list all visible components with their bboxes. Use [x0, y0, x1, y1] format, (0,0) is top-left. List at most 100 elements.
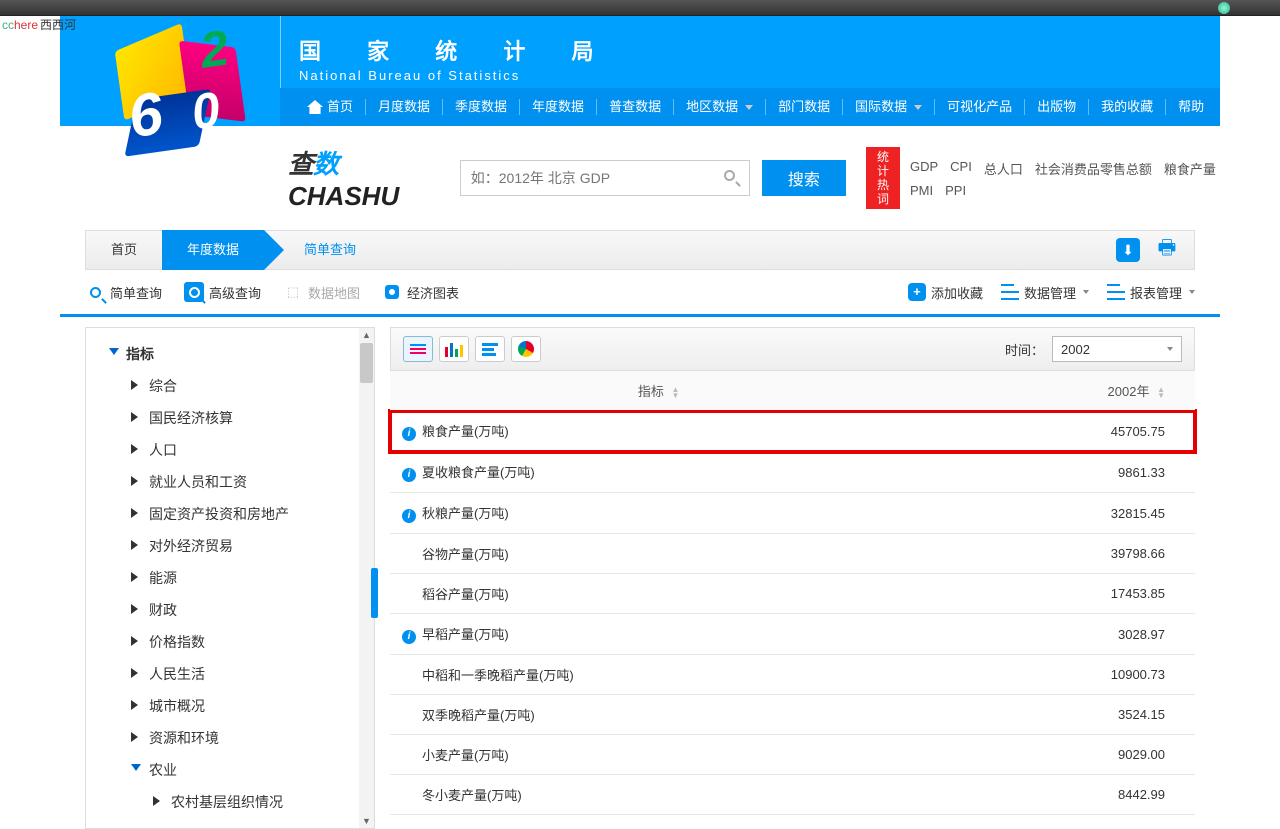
nav-item-7[interactable]: 可视化产品 [935, 88, 1024, 126]
table-view-button[interactable] [403, 336, 433, 362]
tree-node-4[interactable]: 固定资产投资和房地产 [101, 498, 354, 530]
bar-chart-icon [445, 341, 463, 357]
simple-query-button[interactable]: 简单查询 [85, 282, 162, 302]
indicator-value: 10900.73 [927, 655, 1195, 695]
indicator-value: 32815.45 [927, 493, 1195, 534]
tree-node-8[interactable]: 价格指数 [101, 626, 354, 658]
advanced-query-button[interactable]: 高级查询 [184, 282, 261, 302]
scroll-up-icon[interactable]: ▲ [362, 330, 371, 340]
info-icon[interactable]: i [402, 630, 416, 644]
scroll-down-icon[interactable]: ▼ [362, 816, 371, 826]
nav-item-0[interactable]: 月度数据 [366, 88, 442, 126]
tree-node-agriculture[interactable]: 农业 [101, 754, 354, 786]
table-row[interactable]: i粮食产量(万吨)45705.75 [390, 411, 1195, 452]
chevron-down-icon [131, 764, 141, 771]
tree-node-5[interactable]: 对外经济贸易 [101, 530, 354, 562]
indicator-value: 17453.85 [927, 574, 1195, 614]
hot-word-3[interactable]: 社会消费品零售总额 [1035, 159, 1152, 178]
info-icon[interactable]: i [402, 509, 416, 523]
watermark-cn: 西西河 [40, 18, 76, 32]
search-button[interactable]: 搜索 [762, 160, 846, 196]
chevron-right-icon [131, 540, 138, 550]
hot-word-2[interactable]: 总人口 [984, 159, 1023, 178]
tree-node-11[interactable]: 资源和环境 [101, 722, 354, 754]
search-input[interactable] [460, 160, 750, 196]
hot-word-1[interactable]: CPI [950, 159, 972, 178]
breadcrumb-active[interactable]: 年度数据 [162, 230, 264, 270]
sidebar-collapse-handle[interactable] [371, 568, 378, 618]
scroll-thumb[interactable] [360, 343, 373, 383]
nav-item-6[interactable]: 国际数据 [843, 88, 934, 126]
tree-node-9[interactable]: 人民生活 [101, 658, 354, 690]
nav-item-3[interactable]: 普查数据 [597, 88, 673, 126]
data-manage-button[interactable]: 数据管理 [1001, 283, 1089, 302]
nav-item-2[interactable]: 年度数据 [520, 88, 596, 126]
print-button[interactable]: 🖶 [1155, 238, 1179, 262]
chevron-right-icon [131, 700, 138, 710]
watermark: cchere西西河 [2, 16, 76, 33]
tree-node-rural-org[interactable]: 农村基层组织情况 [101, 786, 354, 818]
economic-chart-button[interactable]: 经济图表 [382, 282, 459, 302]
nav-item-5[interactable]: 部门数据 [766, 88, 842, 126]
data-map-button[interactable]: ⬚ 数据地图 [283, 282, 360, 302]
tree-node-7[interactable]: 财政 [101, 594, 354, 626]
hot-words-label: 统 计 热 词 [866, 147, 900, 209]
tree-node-1[interactable]: 国民经济核算 [101, 402, 354, 434]
chevron-down-icon [109, 348, 119, 355]
tree-root-indicator[interactable]: 指标 [101, 338, 354, 370]
list-icon [1107, 284, 1125, 300]
line-chart-button[interactable] [475, 336, 505, 362]
indicator-name: 粮食产量(万吨) [422, 424, 509, 439]
nav-item-9[interactable]: 我的收藏 [1089, 88, 1165, 126]
indicator-name: 夏收粮食产量(万吨) [422, 465, 535, 480]
report-manage-button[interactable]: 报表管理 [1107, 283, 1195, 302]
bar-chart-button[interactable] [439, 336, 469, 362]
table-row[interactable]: 谷物产量(万吨)39798.66 [390, 534, 1195, 574]
hot-word-0[interactable]: GDP [910, 159, 938, 178]
add-favorite-button[interactable]: + 添加收藏 [908, 283, 983, 302]
tree-node-3[interactable]: 就业人员和工资 [101, 466, 354, 498]
chevron-right-icon [131, 380, 138, 390]
nav-item-10[interactable]: 帮助 [1166, 88, 1216, 126]
column-indicator[interactable]: 指标 ▲▼ [390, 371, 927, 411]
nav-home[interactable]: 首页 [295, 88, 365, 126]
table-row[interactable]: 中稻和一季晚稻产量(万吨)10900.73 [390, 655, 1195, 695]
nav-item-8[interactable]: 出版物 [1025, 88, 1088, 126]
hot-word-4[interactable]: 粮食产量 [1164, 159, 1216, 178]
table-row[interactable]: 稻谷产量(万吨)17453.85 [390, 574, 1195, 614]
indicator-value: 8442.99 [927, 775, 1195, 815]
tree-node-2[interactable]: 人口 [101, 434, 354, 466]
indicator-name: 小麦产量(万吨) [402, 745, 509, 764]
table-row[interactable]: 小麦产量(万吨) 9029.00 [390, 735, 1195, 775]
table-row[interactable]: i早稻产量(万吨)3028.97 [390, 614, 1195, 655]
tree-node-6[interactable]: 能源 [101, 562, 354, 594]
table-row[interactable]: i夏收粮食产量(万吨)9861.33 [390, 452, 1195, 493]
nav-item-1[interactable]: 季度数据 [443, 88, 519, 126]
pie-chart-button[interactable] [511, 336, 541, 362]
download-button[interactable] [1116, 238, 1140, 262]
info-icon[interactable]: i [402, 468, 416, 482]
indicator-value: 9029.00 [927, 735, 1195, 775]
hot-word-5[interactable]: PMI [910, 183, 933, 198]
breadcrumb: 首页 年度数据 简单查询 🖶 [85, 230, 1195, 270]
nav-item-4[interactable]: 地区数据 [674, 88, 765, 126]
table-row[interactable]: i 秋粮产量(万吨) 32815.45 [390, 493, 1195, 534]
tree-node-10[interactable]: 城市概况 [101, 690, 354, 722]
info-icon[interactable]: i [402, 427, 416, 441]
breadcrumb-home[interactable]: 首页 [86, 230, 162, 270]
hot-word-6[interactable]: PPI [945, 183, 966, 198]
column-year[interactable]: 2002年 ▲▼ [927, 371, 1195, 411]
site-logo[interactable]: 2 6 0 [90, 16, 250, 176]
time-select[interactable]: 2002 [1052, 336, 1182, 362]
site-title-en: National Bureau of Statistics [299, 68, 1220, 83]
main-nav: 首页 月度数据季度数据年度数据普查数据地区数据部门数据国际数据可视化产品出版物我… [280, 88, 1220, 126]
table-row[interactable]: 双季晚稻产量(万吨)3524.15 [390, 695, 1195, 735]
table-row[interactable]: 冬小麦产量(万吨)8442.99 [390, 775, 1195, 815]
tree-node-0[interactable]: 综合 [101, 370, 354, 402]
chashu-logo: 查数CHASHU [288, 144, 448, 212]
indicator-name: 秋粮产量(万吨) [422, 506, 509, 521]
time-label: 时间： [1005, 340, 1044, 359]
data-content-area: 时间： 2002 指标 ▲▼ 2002年 [390, 327, 1195, 829]
chevron-right-icon [131, 444, 138, 454]
indicator-value: 39798.66 [927, 534, 1195, 574]
